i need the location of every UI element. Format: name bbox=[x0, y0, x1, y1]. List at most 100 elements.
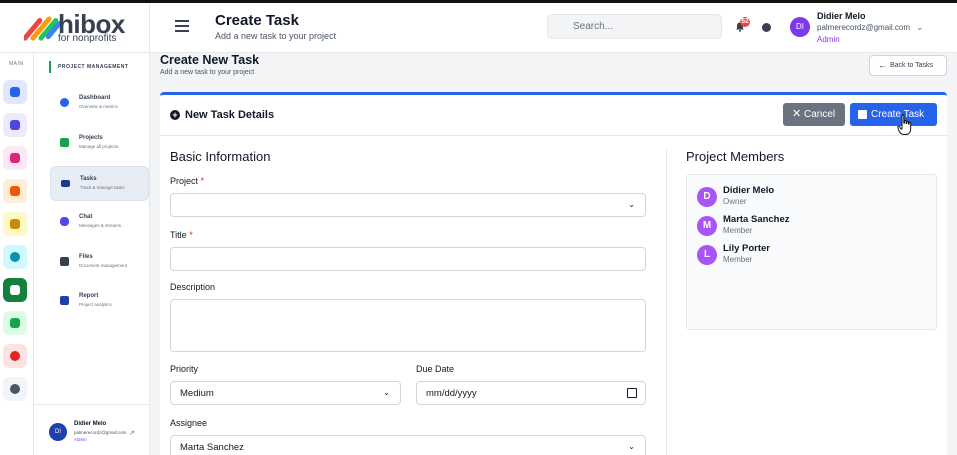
basic-info-heading: Basic Information bbox=[170, 149, 271, 164]
sidebar-item-sublabel: Document management bbox=[79, 263, 128, 268]
calendar-icon[interactable] bbox=[627, 388, 637, 398]
priority-value: Medium bbox=[180, 388, 214, 399]
back-to-tasks-button[interactable]: ← Back to Tasks bbox=[869, 55, 947, 76]
rocket-icon bbox=[10, 153, 20, 163]
sidebar-item-tasks[interactable]: Tasks Track & manage tasks bbox=[50, 166, 149, 201]
title-label: Title * bbox=[170, 230, 193, 240]
project-label: Project * bbox=[170, 176, 204, 186]
building-icon bbox=[10, 186, 20, 196]
sidebar-item-projects[interactable]: Projects Manage all projects bbox=[50, 126, 149, 161]
description-textarea[interactable] bbox=[170, 299, 646, 352]
sidebar-item-sublabel: Project analytics bbox=[79, 302, 112, 307]
top-header: hibox for nonprofits Create Task Add a n… bbox=[0, 3, 957, 53]
member-name: Marta Sanchez bbox=[723, 214, 790, 225]
graduation-icon bbox=[10, 219, 20, 229]
circle-icon bbox=[10, 252, 20, 262]
users-icon bbox=[10, 318, 20, 328]
sidebar-item-dashboard[interactable]: Dashboard Overview & metrics bbox=[50, 86, 149, 121]
chevron-down-icon: ⌄ bbox=[383, 388, 390, 397]
notification-badge: 52 bbox=[740, 17, 750, 27]
chevron-down-icon: ⌄ bbox=[628, 442, 635, 451]
main-title: Create New Task bbox=[160, 53, 260, 67]
save-icon bbox=[858, 110, 867, 119]
sidebar-item-sublabel: Overview & metrics bbox=[79, 104, 118, 109]
avatar: D bbox=[697, 187, 717, 207]
search-input[interactable]: Search... bbox=[547, 14, 722, 39]
sidebar-item-label: Report bbox=[79, 293, 99, 299]
back-button-label: Back to Tasks bbox=[890, 62, 934, 69]
assignee-label: Assignee bbox=[170, 418, 208, 428]
rail-button-sitemap[interactable] bbox=[3, 113, 27, 137]
title-label-text: Title bbox=[170, 230, 187, 240]
sidebar-item-sublabel: Track & manage tasks bbox=[80, 185, 125, 190]
due-date-value: mm/dd/yyyy bbox=[426, 388, 477, 399]
rail-button-project[interactable] bbox=[3, 278, 27, 302]
project-members-list: D Didier Melo Owner M Marta Sanchez Memb… bbox=[686, 174, 937, 330]
task-form-card: + New Task Details ✕ Cancel Create Task … bbox=[160, 92, 947, 455]
external-link-icon[interactable]: ↗ bbox=[129, 429, 135, 437]
title-input[interactable] bbox=[170, 247, 646, 271]
rail-button-graduation[interactable] bbox=[3, 212, 27, 236]
gear-icon bbox=[10, 384, 20, 394]
brand-name: hibox bbox=[58, 9, 125, 39]
priority-label: Priority bbox=[170, 364, 199, 374]
assignee-value: Marta Sanchez bbox=[180, 442, 244, 453]
sidebar-item-label: Files bbox=[79, 254, 93, 260]
avatar[interactable]: DI bbox=[790, 17, 810, 37]
header-divider bbox=[149, 3, 150, 53]
rail-button-circle[interactable] bbox=[3, 245, 27, 269]
rail-button-building[interactable] bbox=[3, 179, 27, 203]
project-select[interactable]: ⌄ bbox=[170, 193, 646, 217]
due-date-input[interactable]: mm/dd/yyyy bbox=[416, 381, 646, 405]
sidebar-item-label: Projects bbox=[79, 135, 103, 141]
icon-rail: MAIN bbox=[0, 53, 34, 455]
priority-select[interactable]: Medium ⌄ bbox=[170, 381, 401, 405]
avatar[interactable]: DI bbox=[49, 423, 67, 441]
user-email: palmerecordz@gmail.com bbox=[817, 23, 911, 32]
rail-button-gear[interactable] bbox=[3, 377, 27, 401]
sidebar-item-label: Dashboard bbox=[79, 95, 111, 101]
avatar: L bbox=[697, 245, 717, 265]
sidebar-item-files[interactable]: Files Document management bbox=[50, 245, 149, 280]
footer-user-email: palmerecordz@gmail.com bbox=[74, 430, 127, 435]
project-diagram-icon bbox=[60, 138, 69, 147]
home-icon bbox=[10, 87, 20, 97]
project-icon bbox=[10, 285, 20, 295]
rail-button-home[interactable] bbox=[3, 80, 27, 104]
hamburger-menu-icon[interactable] bbox=[175, 20, 189, 32]
member-role: Member bbox=[723, 226, 753, 235]
chevron-down-icon[interactable]: ⌄ bbox=[916, 22, 924, 33]
required-mark: * bbox=[189, 230, 193, 240]
sidebar-item-label: Tasks bbox=[80, 176, 97, 182]
page-subtitle: Add a new task to your project bbox=[215, 31, 337, 41]
chart-pie-icon bbox=[10, 351, 20, 361]
due-date-label: Due Date bbox=[416, 364, 455, 374]
cancel-label: Cancel bbox=[804, 109, 836, 120]
cancel-button[interactable]: ✕ Cancel bbox=[783, 103, 845, 126]
main-subtitle: Add a new task to your project bbox=[160, 69, 255, 76]
create-task-button[interactable]: Create Task bbox=[850, 103, 937, 126]
rail-button-rocket[interactable] bbox=[3, 146, 27, 170]
sidebar-item-sublabel: Messages & streams bbox=[79, 223, 122, 228]
theme-toggle-icon[interactable] bbox=[762, 23, 771, 32]
footer-user-name: Didier Melo bbox=[74, 421, 107, 427]
project-label-text: Project bbox=[170, 176, 199, 186]
folder-icon bbox=[60, 257, 69, 266]
rail-button-chart-pie[interactable] bbox=[3, 344, 27, 368]
sidebar-item-report[interactable]: Report Project analytics bbox=[50, 284, 149, 319]
member-role: Owner bbox=[723, 197, 747, 206]
rail-label: MAIN bbox=[9, 61, 24, 67]
sidebar-item-chat[interactable]: Chat Messages & streams bbox=[50, 205, 149, 240]
member-role: Member bbox=[723, 255, 753, 264]
footer-user-role: Admin bbox=[74, 437, 87, 442]
list-item: D Didier Melo Owner bbox=[697, 184, 927, 210]
hand-cursor-icon bbox=[897, 114, 912, 135]
member-name: Lily Porter bbox=[723, 243, 770, 254]
list-item: M Marta Sanchez Member bbox=[697, 213, 927, 239]
page-title: Create Task bbox=[215, 12, 299, 29]
rail-button-users[interactable] bbox=[3, 311, 27, 335]
assignee-select[interactable]: Marta Sanchez ⌄ bbox=[170, 435, 646, 455]
sitemap-icon bbox=[10, 120, 20, 130]
chat-icon bbox=[60, 217, 69, 226]
dashboard-icon bbox=[60, 98, 69, 107]
